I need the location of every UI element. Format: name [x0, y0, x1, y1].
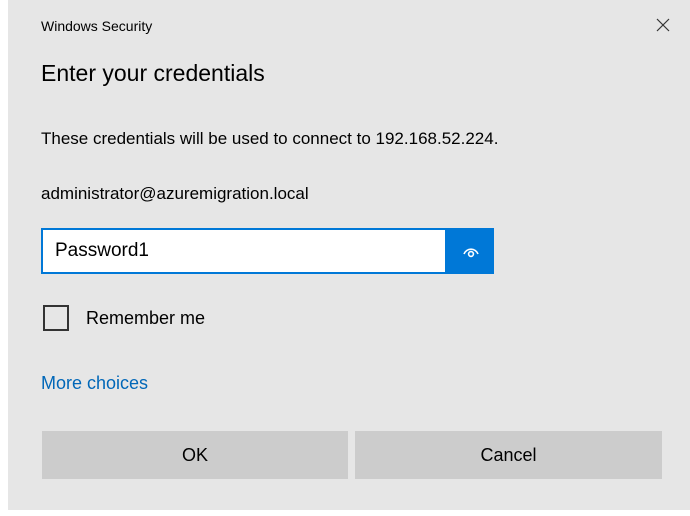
- remember-me-checkbox[interactable]: [43, 305, 69, 331]
- credentials-dialog: Windows Security Enter your credentials …: [8, 0, 690, 510]
- window-title: Windows Security: [41, 18, 153, 34]
- remember-me-label: Remember me: [86, 307, 206, 328]
- more-choices-link[interactable]: More choices: [41, 373, 148, 394]
- connection-message: These credentials will be used to connec…: [41, 129, 499, 148]
- title-bar: Windows Security: [8, 0, 690, 46]
- username-label: administrator@azuremigration.local: [41, 184, 309, 203]
- close-button[interactable]: [650, 12, 676, 38]
- close-icon: [656, 18, 670, 32]
- reveal-password-button[interactable]: [447, 228, 494, 274]
- dialog-heading: Enter your credentials: [41, 60, 265, 86]
- ok-button[interactable]: OK: [42, 431, 348, 479]
- cancel-button[interactable]: Cancel: [355, 431, 662, 479]
- password-row: [41, 228, 496, 274]
- remember-me-option[interactable]: Remember me: [43, 305, 205, 331]
- password-input[interactable]: [41, 228, 447, 274]
- eye-reveal-icon: [462, 248, 479, 258]
